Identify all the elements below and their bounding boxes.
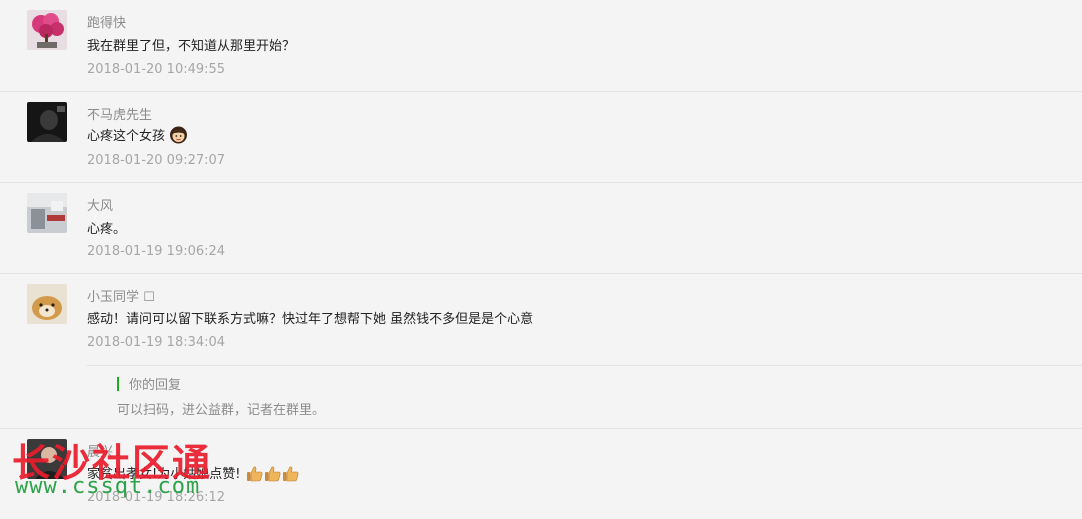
comment-text: 心疼。 <box>87 222 127 237</box>
comment-text: 感动！请问可以留下联系方式嘛？快过年了想帮下她 虽然钱不多但是是个心意 <box>87 312 534 327</box>
comment-item: 跑得快 我在群里了但，不知道从那里开始？ 2018-01-20 10:49:55 <box>0 0 1082 92</box>
avatar-dark-image <box>27 102 67 142</box>
reply-label: 你的回复 <box>129 378 182 393</box>
comment-timestamp: 2018-01-20 09:27:07 <box>87 153 226 168</box>
reply-divider <box>87 365 1082 366</box>
comment-author: 跑得快 <box>87 16 127 31</box>
avatar-dog-image <box>27 284 67 324</box>
comment-author: 大风 <box>87 199 114 214</box>
comment-timestamp: 2018-01-20 10:49:55 <box>87 62 226 77</box>
thumbs-up-icon <box>282 466 299 482</box>
site-watermark: 长沙社区通 www.cssqt.com <box>12 432 222 502</box>
avatar-bonsai-image <box>27 10 67 50</box>
comment-timestamp: 2018-01-19 18:34:04 <box>87 335 226 350</box>
thumbs-up-icon <box>264 466 281 482</box>
comment-author: 小玉同学 ☐ <box>87 290 155 305</box>
comment-text: 心疼这个女孩 <box>87 125 188 144</box>
comment-text: 我在群里了但，不知道从那里开始？ <box>87 39 296 54</box>
thumbs-up-icon <box>246 466 263 482</box>
avatar[interactable] <box>27 10 67 50</box>
comment-item: 不马虎先生 心疼这个女孩 2018-01-20 09:27:07 <box>0 92 1082 183</box>
avatar[interactable] <box>27 102 67 142</box>
comment-author: 不马虎先生 <box>87 108 153 123</box>
comment-timestamp: 2018-01-19 19:06:24 <box>87 244 226 259</box>
comment-text-content: 心疼这个女孩 <box>87 129 166 144</box>
comment-item: 大风 心疼。 2018-01-19 19:06:24 <box>0 183 1082 274</box>
avatar-room-image <box>27 193 67 233</box>
avatar[interactable] <box>27 193 67 233</box>
avatar[interactable] <box>27 284 67 324</box>
reply-text: 可以扫码，进公益群，记者在群里。 <box>117 403 326 418</box>
girl-emoji-icon <box>170 126 188 144</box>
reply-accent-bar <box>117 377 119 391</box>
watermark-url: www.cssqt.com <box>15 474 201 499</box>
